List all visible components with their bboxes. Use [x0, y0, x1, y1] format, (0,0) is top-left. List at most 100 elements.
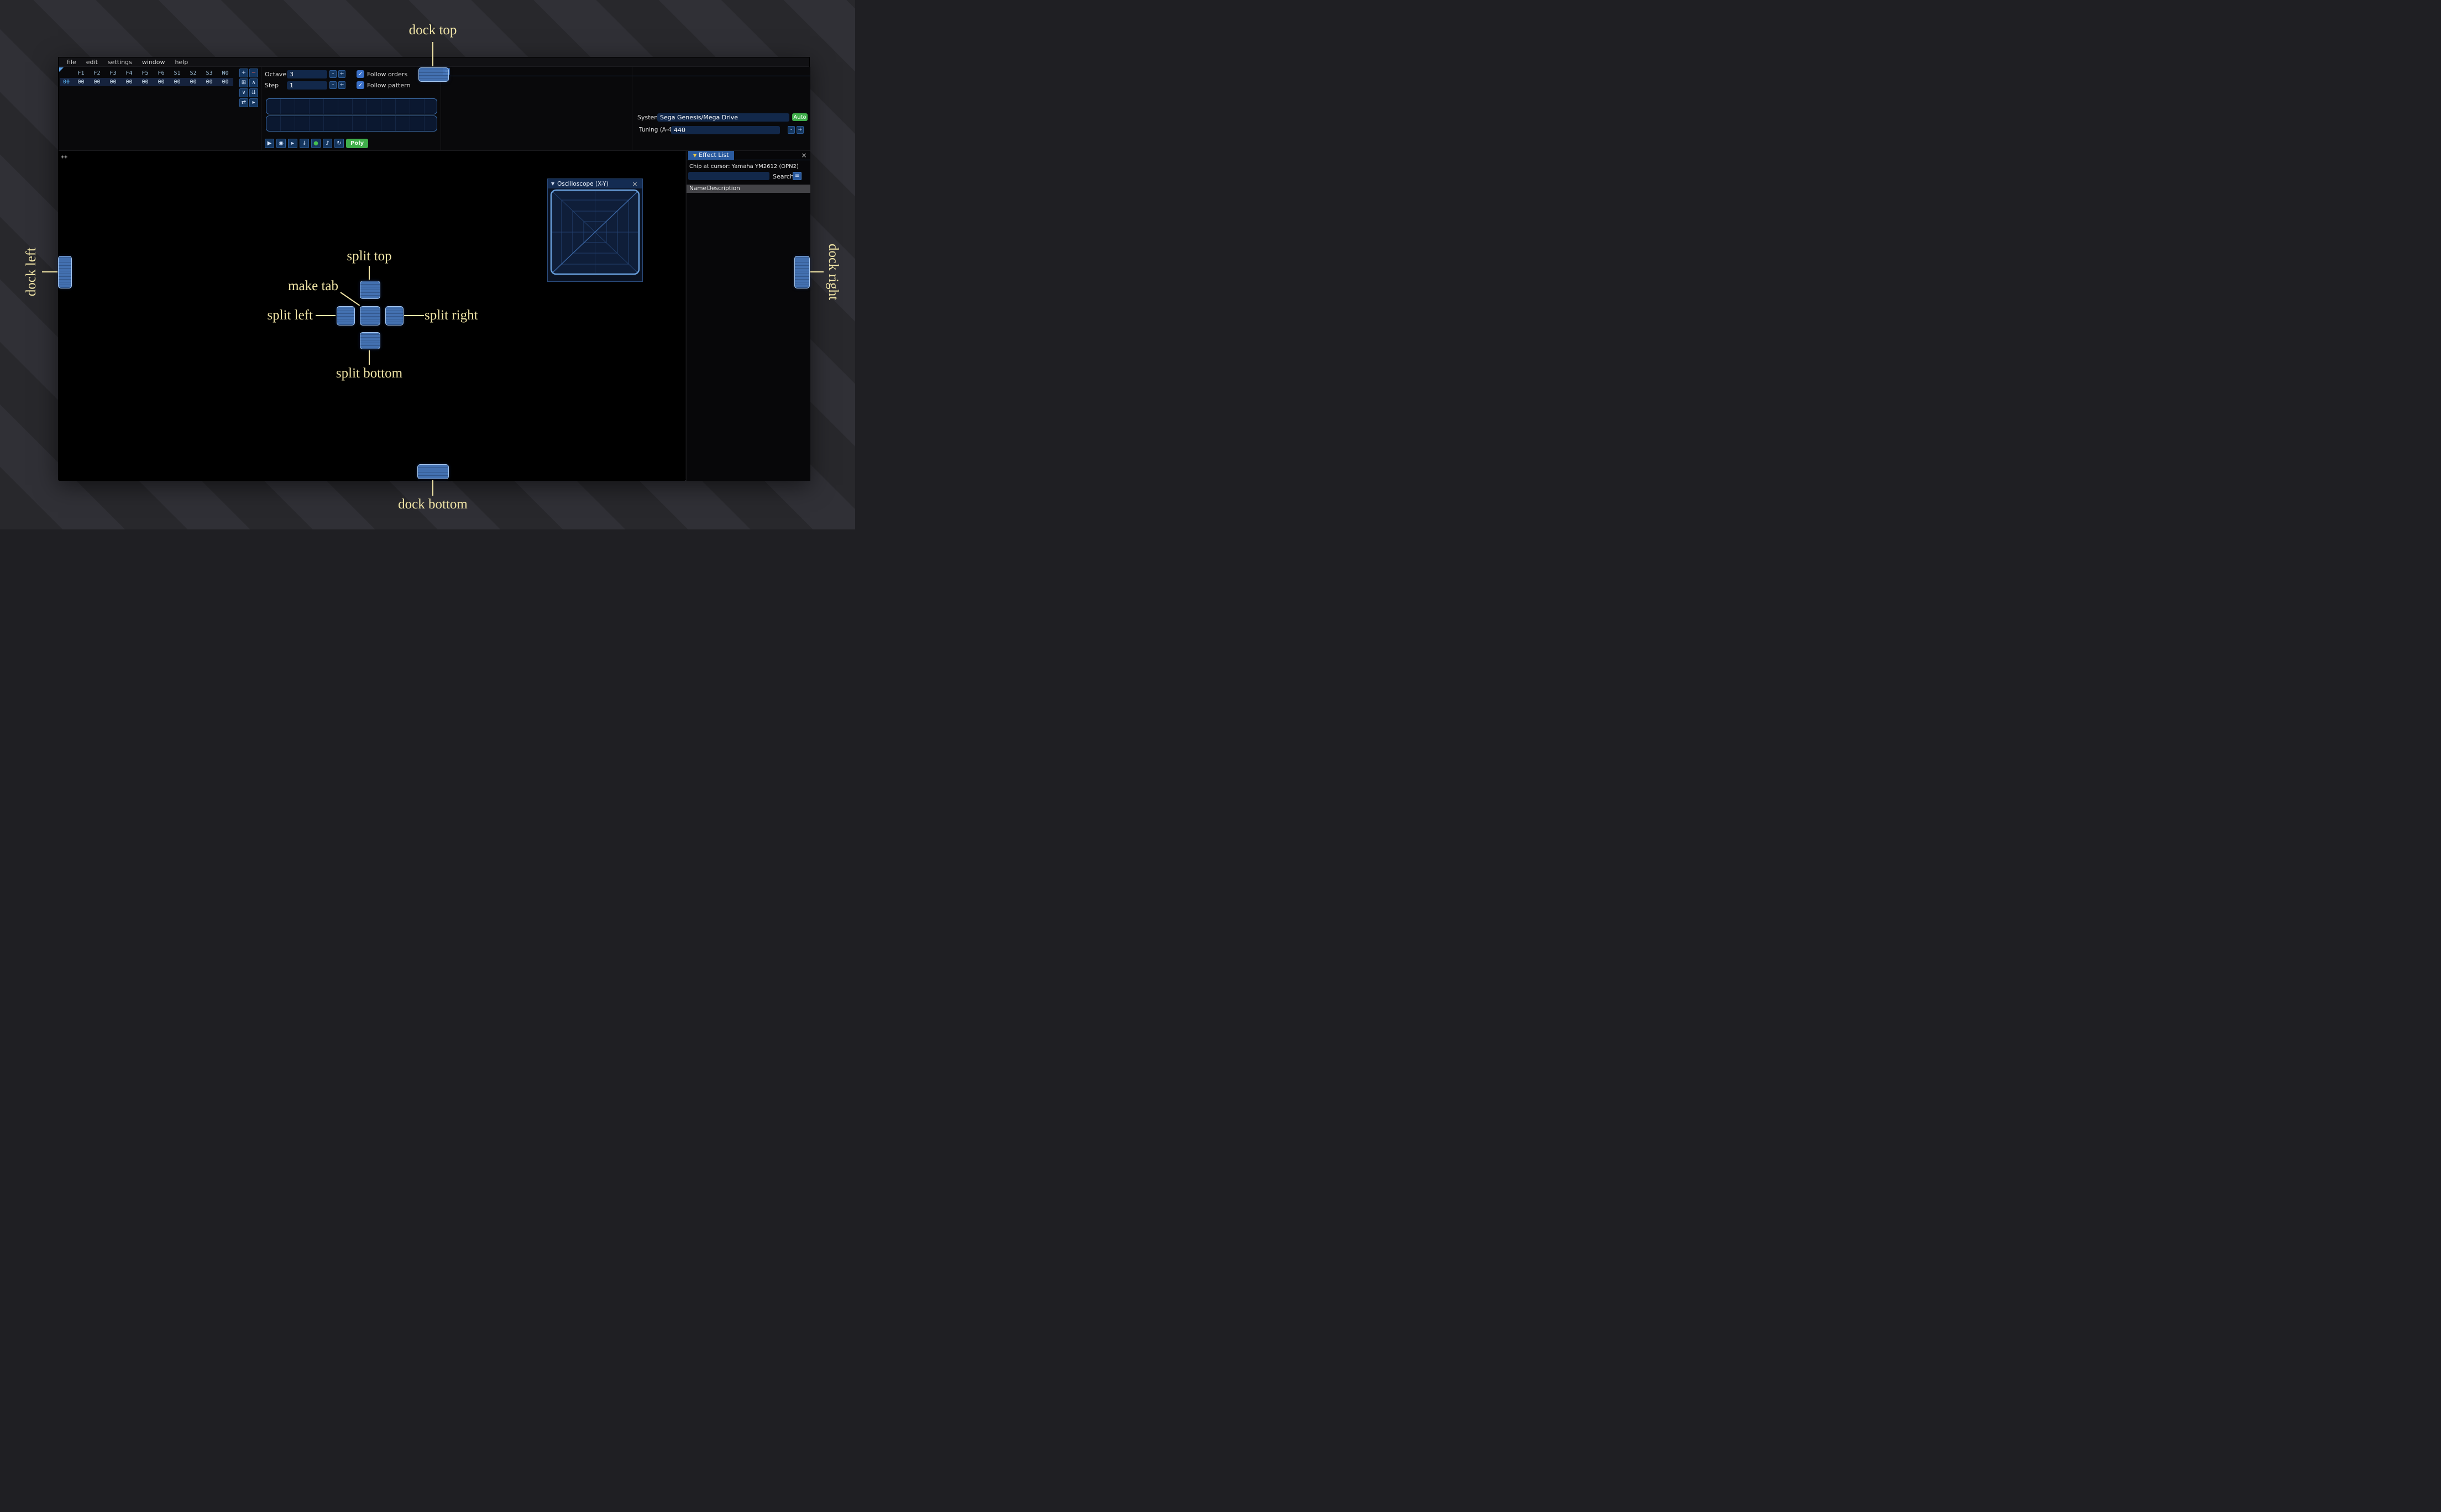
step-label: Step — [265, 81, 279, 89]
octave-decrease-button[interactable]: - — [329, 70, 337, 78]
octave-input[interactable]: 3 — [287, 70, 327, 78]
order-cell[interactable]: 00 — [153, 79, 169, 85]
effect-list-menu-button[interactable]: ≡ — [793, 172, 802, 180]
order-edit-mode-button[interactable]: ▸ — [249, 98, 258, 107]
menu-item-file[interactable]: file — [62, 59, 81, 66]
menu-item-help[interactable]: help — [170, 59, 193, 66]
octave-increase-button[interactable]: + — [338, 70, 345, 78]
duplicate-order-button[interactable]: ⊞ — [239, 78, 248, 87]
annotation-line-split-left — [316, 315, 336, 316]
effect-search-input[interactable] — [688, 172, 769, 180]
tuning-input[interactable]: 440 — [671, 126, 780, 134]
order-cell[interactable]: 00 — [73, 79, 89, 85]
oscilloscope-window[interactable]: ▼ Oscilloscope (X-Y) × — [547, 179, 643, 282]
order-cell[interactable]: 00 — [201, 79, 217, 85]
close-icon[interactable]: × — [800, 151, 808, 160]
order-cell[interactable]: 00 — [89, 79, 105, 85]
move-order-down-button[interactable]: ∨ — [239, 88, 248, 97]
check-icon: ✓ — [358, 71, 363, 77]
tuning-increase-button[interactable]: + — [797, 126, 804, 134]
piano-keyboard-upper[interactable] — [266, 98, 437, 114]
order-cell[interactable]: 00 — [217, 79, 233, 85]
oscilloscope-titlebar[interactable]: ▼ Oscilloscope (X-Y) × — [548, 179, 642, 188]
effect-table-header: Name Description — [687, 185, 810, 193]
tab-effect-list[interactable]: ▼ Effect List — [688, 151, 734, 160]
search-label: Search — [773, 173, 794, 180]
poly-button[interactable]: Poly — [346, 139, 369, 148]
menu-item-settings[interactable]: settings — [103, 59, 137, 66]
step-increase-button[interactable]: + — [338, 81, 345, 89]
play-button[interactable]: ▶ — [265, 139, 274, 148]
order-column-f3: F3 — [109, 70, 117, 76]
play-repeat-button[interactable]: ◉ — [276, 139, 286, 148]
annotation-split-top: split top — [347, 249, 392, 264]
annotation-line-dock-right — [810, 271, 824, 272]
order-cell[interactable]: 00 — [121, 79, 137, 85]
chip-at-cursor-text: Chip at cursor: Yamaha YM2612 (OPN2) — [689, 164, 799, 170]
split-target-bottom[interactable] — [360, 332, 380, 349]
order-column-n0: N0 — [222, 70, 229, 76]
song-info-panel: System Sega Genesis/Mega Drive Auto Tuni… — [632, 67, 810, 150]
menu-item-edit[interactable]: edit — [81, 59, 103, 66]
effect-list-tabbar: ▼ Effect List × — [687, 151, 810, 160]
add-order-button[interactable]: + — [239, 69, 248, 77]
annotation-split-left: split left — [267, 308, 313, 323]
step-input[interactable]: 1 — [287, 81, 327, 90]
step-decrease-button[interactable]: - — [329, 81, 337, 89]
check-icon: ✓ — [358, 82, 363, 88]
play-controls-panel: Octave 3 - + ✓ Follow orders Step 1 - + … — [261, 67, 441, 150]
expand-channels-button[interactable]: ++ — [61, 154, 67, 160]
dock-target-left[interactable] — [58, 256, 72, 288]
annotation-line-split-bottom — [369, 350, 370, 365]
annotation-line-dock-bottom — [432, 480, 433, 496]
dock-target-top[interactable] — [418, 67, 449, 82]
move-order-up-button[interactable]: ∧ — [249, 78, 258, 87]
change-all-orders-button[interactable]: ⇄ — [239, 98, 248, 107]
annotation-make-tab: make tab — [288, 279, 338, 293]
auto-system-button[interactable]: Auto — [792, 113, 808, 121]
make-tab-target[interactable] — [360, 306, 380, 326]
metronome-button[interactable]: ♪ — [323, 139, 332, 148]
step-one-row-button[interactable]: ▸ — [288, 139, 297, 148]
follow-pattern-label: Follow pattern — [367, 81, 411, 89]
effect-list-panel: ▼ Effect List × Chip at cursor: Yamaha YM… — [686, 151, 810, 481]
stop-button[interactable]: ↓ — [300, 139, 309, 148]
effect-rows — [687, 193, 810, 481]
tuning-row: Tuning (A-4) 440 - + — [632, 126, 810, 135]
system-value[interactable]: Sega Genesis/Mega Drive — [657, 113, 789, 122]
close-icon[interactable]: × — [631, 180, 639, 188]
order-cell[interactable]: 00 — [137, 79, 153, 85]
annotation-line-dock-left — [42, 271, 57, 272]
tuning-decrease-button[interactable]: - — [788, 126, 795, 134]
dock-target-right[interactable] — [794, 256, 810, 288]
collapse-icon[interactable]: ▼ — [551, 181, 554, 186]
remove-order-button[interactable]: − — [249, 69, 258, 77]
order-column-f4: F4 — [125, 70, 133, 76]
name-column-header: Name — [689, 185, 706, 192]
menu-item-window[interactable]: window — [137, 59, 170, 66]
orders-row[interactable]: 00 00 00 00 00 00 00 00 00 00 00 — [60, 78, 233, 86]
split-target-left[interactable] — [337, 306, 355, 326]
edit-toggle-button[interactable]: ● — [311, 139, 321, 148]
annotation-line-split-right — [404, 315, 424, 316]
order-column-f2: F2 — [93, 70, 101, 76]
split-target-top[interactable] — [360, 281, 380, 299]
furnace-tracker-window: file edit settings window help F1 F2 F3 F4 F5 F6 S… — [58, 57, 810, 481]
annotation-dock-right: dock right — [826, 243, 841, 301]
split-target-right[interactable] — [385, 306, 404, 326]
dock-target-bottom[interactable] — [417, 464, 449, 479]
order-cell[interactable]: 00 — [169, 79, 185, 85]
annotation-split-right: split right — [425, 308, 478, 323]
orders-panel: F1 F2 F3 F4 F5 F6 S1 S2 S3 N0 00 00 00 00 00 00 00 00 00 0… — [59, 67, 261, 150]
piano-keyboard-lower[interactable] — [266, 116, 437, 132]
duplicate-order-to-end-button[interactable]: ⇊ — [249, 88, 258, 97]
order-cell[interactable]: 00 — [185, 79, 201, 85]
description-column-header: Description — [707, 185, 740, 192]
follow-pattern-checkbox[interactable]: ✓ — [357, 81, 364, 89]
desktop-background: file edit settings window help F1 F2 F3 F4 F5 F6 S… — [0, 0, 855, 529]
repeat-pattern-button[interactable]: ↻ — [334, 139, 344, 148]
order-cell[interactable]: 00 — [105, 79, 121, 85]
follow-orders-checkbox[interactable]: ✓ — [357, 70, 364, 78]
order-row-index[interactable]: 00 — [60, 79, 73, 85]
order-column-s3: S3 — [206, 70, 213, 76]
